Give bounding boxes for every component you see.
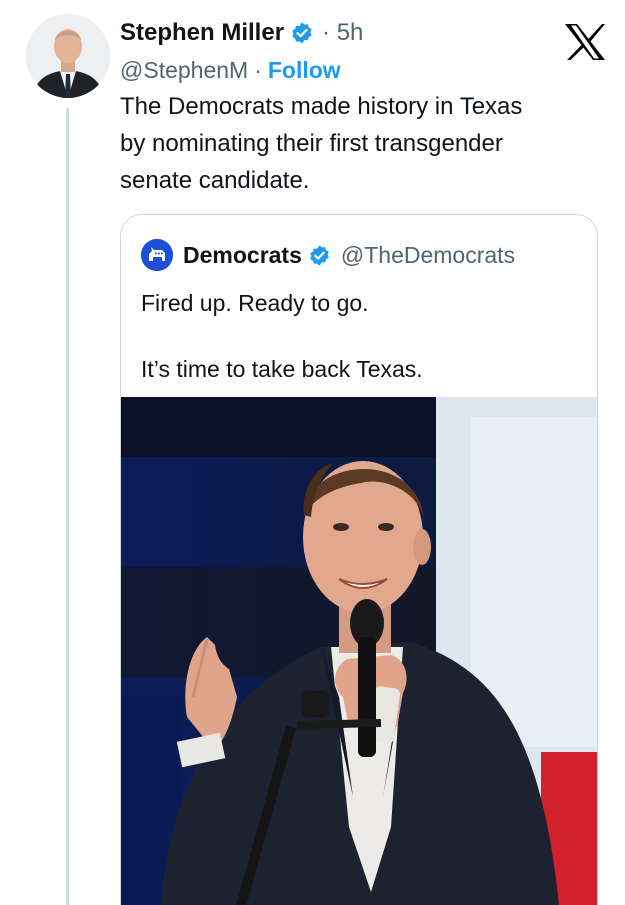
follow-button[interactable]: Follow bbox=[268, 57, 341, 84]
author-handle[interactable]: @StephenM bbox=[120, 57, 248, 84]
verified-badge-icon bbox=[308, 244, 331, 267]
author-avatar[interactable] bbox=[26, 14, 110, 98]
donkey-logo-icon[interactable] bbox=[141, 239, 173, 271]
author-header: Stephen Miller · 5h bbox=[120, 16, 363, 50]
author-display-name[interactable]: Stephen Miller bbox=[120, 19, 284, 47]
x-logo-icon[interactable] bbox=[563, 22, 607, 62]
tweet-timestamp[interactable]: · 5h bbox=[322, 19, 363, 47]
handle-separator: · bbox=[254, 56, 262, 83]
quoted-author-handle[interactable]: @TheDemocrats bbox=[341, 242, 515, 269]
quoted-tweet-text: Fired up. Ready to go. It’s time to take… bbox=[141, 290, 423, 382]
tweet-card[interactable]: Stephen Miller · 5h @StephenM · Follow T… bbox=[0, 0, 625, 905]
quoted-tweet[interactable]: Democrats @TheDemocrats Fired up. Ready … bbox=[120, 214, 598, 905]
quoted-tweet-header: Democrats @TheDemocrats bbox=[141, 237, 515, 273]
quoted-author-display-name[interactable]: Democrats bbox=[183, 242, 302, 269]
verified-badge-icon bbox=[290, 21, 314, 45]
handle-row: @StephenM · Follow bbox=[120, 54, 341, 86]
tweet-text: The Democrats made history in Texas by n… bbox=[120, 93, 523, 194]
thread-line bbox=[66, 108, 69, 905]
quoted-tweet-photo[interactable] bbox=[121, 397, 597, 905]
